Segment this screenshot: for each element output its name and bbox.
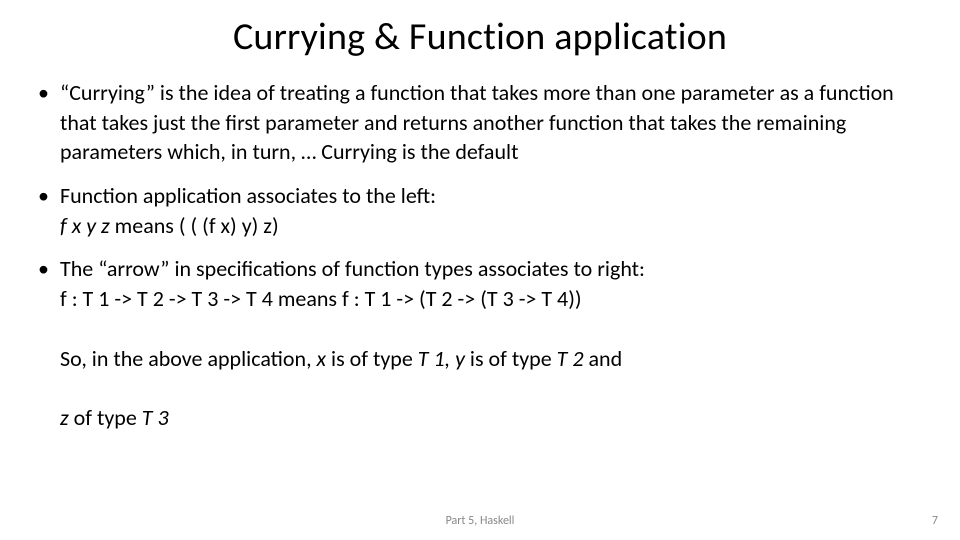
page-number: 7 [932, 514, 938, 528]
bullet-list: “Currying” is the idea of treating a fun… [36, 78, 924, 433]
bullet-subline: f x y z means ( ( (f x) y) z) [60, 211, 924, 241]
bullet-currying: “Currying” is the idea of treating a fun… [36, 78, 924, 167]
text: of type [74, 404, 142, 431]
bullet-function-application: Function application associates to the l… [36, 181, 924, 240]
var-x: x [317, 345, 327, 372]
bullet-line: The “arrow” in specifications of functio… [60, 255, 645, 282]
slide-title: Currying & Function application [0, 14, 960, 60]
explanation-line-1: So, in the above application, x is of ty… [60, 344, 924, 374]
word-means: means [115, 212, 179, 239]
slide: Currying & Function application “Curryin… [0, 0, 960, 540]
text: So, in the above application, [60, 345, 317, 372]
type-t1-y: T 1, y [418, 345, 470, 372]
bullet-arrow-types: The “arrow” in specifications of functio… [36, 254, 924, 432]
text: and [588, 345, 622, 372]
var-z: z [60, 404, 74, 431]
expr-fxyz: f x y z [60, 212, 115, 239]
footer-caption: Part 5, Haskell [0, 514, 960, 528]
type-t2: T 2 [557, 345, 589, 372]
slide-body: “Currying” is the idea of treating a fun… [36, 78, 924, 447]
expr-parens: ( ( (f x) y) z) [179, 212, 279, 239]
bullet-text: “Currying” is the idea of treating a fun… [60, 79, 894, 165]
explanation-line-2: z of type T 3 [60, 403, 924, 433]
text: is of type [470, 345, 557, 372]
type-t3: T 3 [142, 404, 169, 431]
type-signature-line: f : T 1 -> T 2 -> T 3 -> T 4 means f : T… [60, 284, 924, 314]
bullet-line: Function application associates to the l… [60, 182, 436, 209]
text: is of type [326, 345, 418, 372]
